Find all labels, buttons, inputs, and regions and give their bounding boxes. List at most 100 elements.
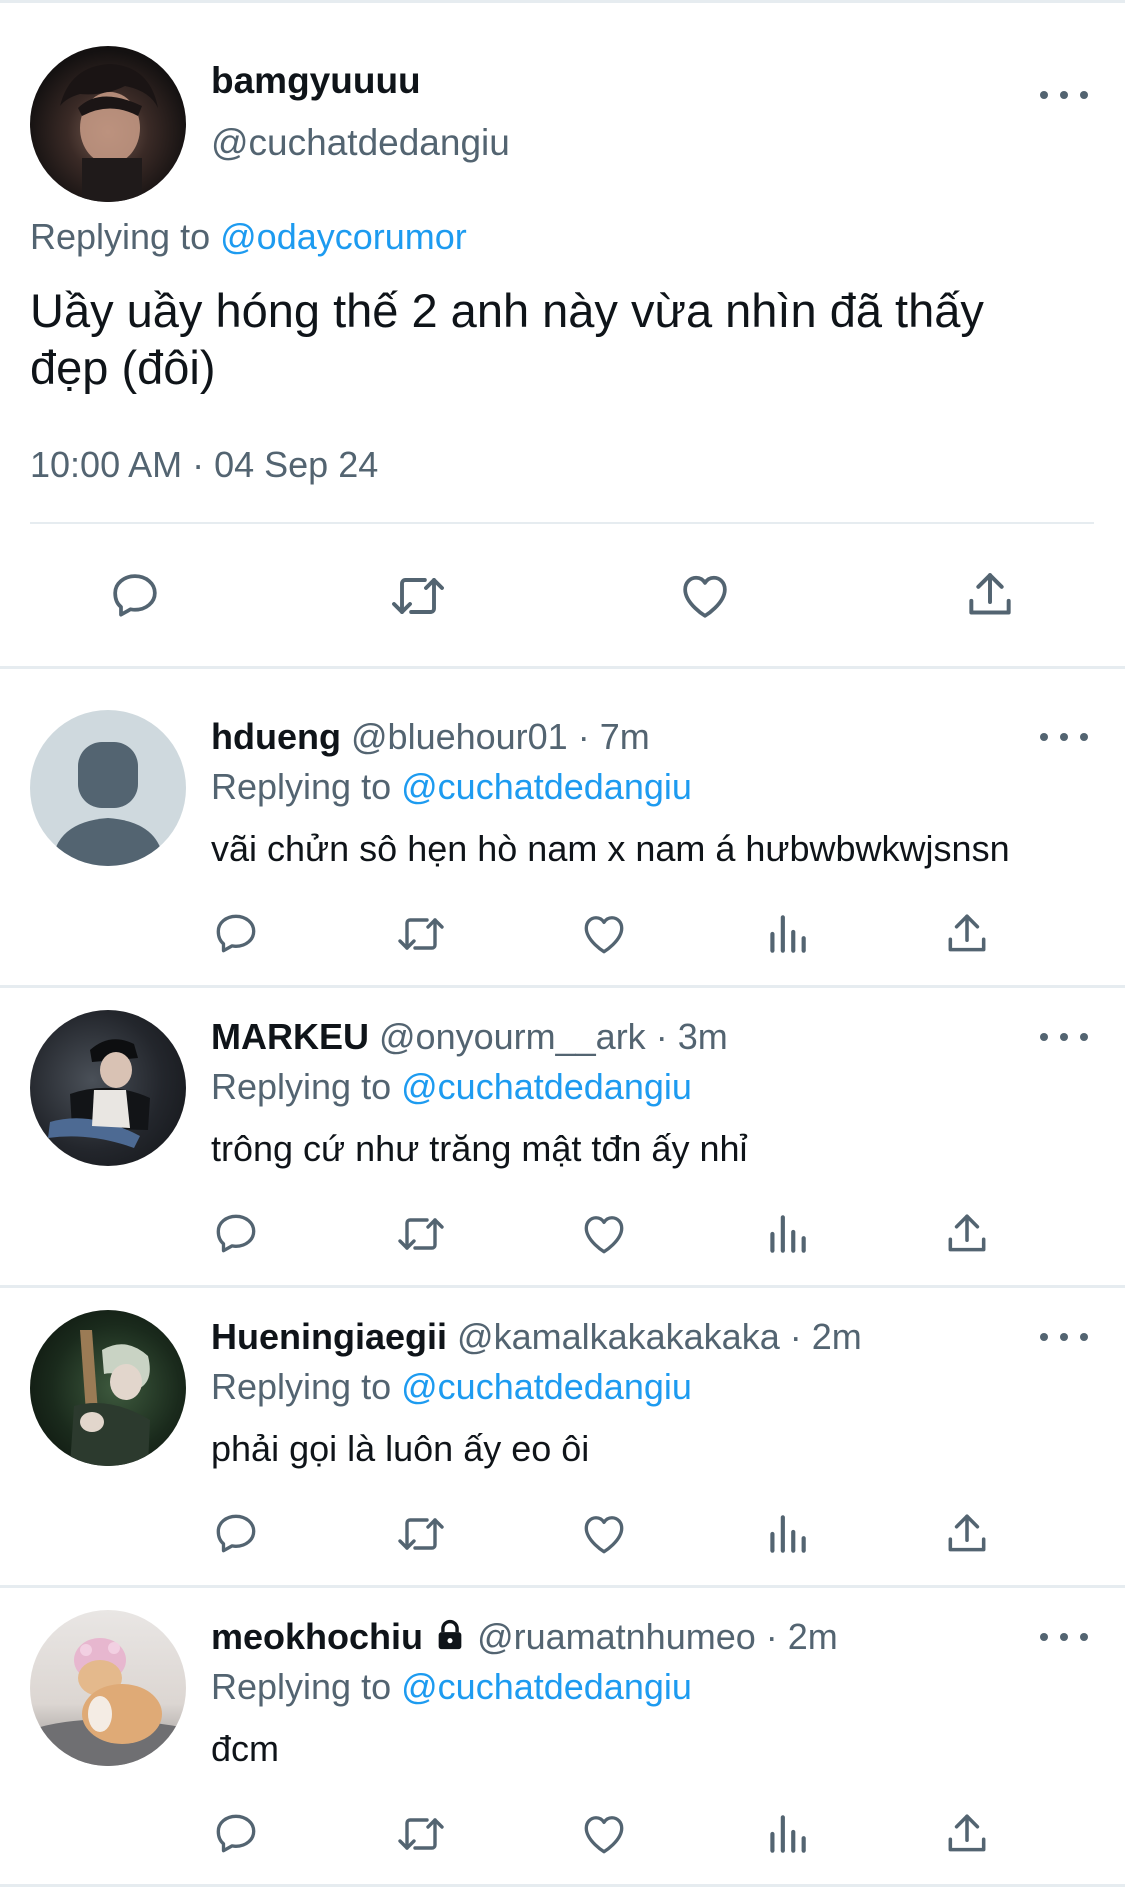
like-button[interactable]: [578, 1809, 630, 1859]
reply-button[interactable]: [107, 568, 163, 624]
handle[interactable]: @ruamatnhumeo: [477, 1616, 756, 1657]
avatar-photo: [60, 64, 158, 202]
share-button[interactable]: [942, 1209, 992, 1259]
share-upload-icon: [948, 1214, 986, 1252]
retweet-arrows-icon: [398, 918, 444, 950]
like-button[interactable]: [578, 909, 630, 959]
avatar-photo: [30, 1638, 186, 1766]
top-divider: [0, 0, 1125, 3]
share-button[interactable]: [942, 909, 992, 959]
replying-to-mention[interactable]: @cuchatdedangiu: [401, 1066, 692, 1107]
reply-button[interactable]: [211, 1209, 261, 1259]
avatar[interactable]: [30, 1310, 186, 1466]
more-options-button[interactable]: [1040, 83, 1088, 107]
reply-header: MARKEU @onyourm__ark · 3m: [211, 1016, 728, 1058]
display-name[interactable]: MARKEU: [211, 1016, 369, 1057]
retweet-button[interactable]: [393, 1809, 449, 1859]
lock-icon: [438, 1619, 462, 1650]
analytics-bars-icon: [770, 1215, 806, 1253]
replying-to-line: Replying to @cuchatdedangiu: [211, 1066, 692, 1108]
section-divider: [0, 985, 1125, 988]
reply-header: meokhochiu @ruamatnhumeo · 2m: [211, 1616, 838, 1658]
section-divider: [0, 1585, 1125, 1588]
tweet-divider: [30, 522, 1094, 524]
share-button[interactable]: [962, 566, 1018, 624]
heart-outline-icon: [584, 1816, 624, 1854]
comment-bubble-icon: [216, 914, 256, 953]
section-divider: [0, 666, 1125, 669]
share-upload-icon: [948, 1814, 986, 1852]
views-button[interactable]: [762, 1509, 812, 1559]
tweet-text-line-2: đẹp (đôi): [30, 341, 216, 394]
tweet-actions: [0, 1209, 1125, 1265]
avatar[interactable]: [30, 1610, 186, 1766]
retweet-button[interactable]: [386, 568, 450, 624]
retweet-arrows-icon: [398, 1818, 444, 1850]
avatar[interactable]: [30, 1010, 186, 1166]
reply-time: · 7m: [577, 716, 650, 757]
analytics-bars-icon: [770, 915, 806, 953]
handle[interactable]: @kamalkakakakaka: [457, 1316, 780, 1357]
avatar[interactable]: [30, 46, 186, 202]
comment-bubble-icon: [216, 1814, 256, 1853]
share-button[interactable]: [942, 1509, 992, 1559]
more-horizontal-icon: [1040, 1633, 1048, 1641]
reply-time: · 2m: [765, 1616, 838, 1657]
comment-bubble-icon: [216, 1214, 256, 1253]
retweet-button[interactable]: [393, 1509, 449, 1559]
display-name[interactable]: Hueningiaegii: [211, 1316, 447, 1357]
share-upload-icon: [948, 1514, 986, 1552]
reply-button[interactable]: [211, 1509, 261, 1559]
display-name[interactable]: bamgyuuuu: [211, 60, 421, 102]
heart-outline-icon: [584, 916, 624, 954]
share-upload-icon: [948, 914, 986, 952]
display-name[interactable]: hdueng: [211, 716, 341, 757]
views-button[interactable]: [762, 1809, 812, 1859]
reply-button[interactable]: [211, 909, 261, 959]
replying-to-mention[interactable]: @cuchatdedangiu: [401, 1666, 692, 1707]
handle[interactable]: @cuchatdedangiu: [211, 122, 510, 164]
retweet-arrows-icon: [392, 578, 444, 614]
analytics-bars-icon: [770, 1815, 806, 1853]
replying-to-mention[interactable]: @cuchatdedangiu: [401, 1366, 692, 1407]
retweet-arrows-icon: [398, 1218, 444, 1250]
handle[interactable]: @bluehour01: [351, 716, 568, 757]
retweet-button[interactable]: [393, 1209, 449, 1259]
avatar-photo: [48, 1039, 150, 1148]
tweet-text: Uầy uầy hóng thế 2 anh này vừa nhìn đã t…: [30, 282, 984, 396]
reply-header: hdueng @bluehour01 · 7m: [211, 716, 650, 758]
replying-to-line: Replying to @odaycorumor: [30, 216, 467, 258]
reply-text: trông cứ như trăng mật tđn ấy nhỉ: [211, 1128, 748, 1169]
views-button[interactable]: [762, 909, 812, 959]
more-horizontal-icon: [1040, 91, 1048, 99]
share-button[interactable]: [942, 1809, 992, 1859]
replying-to-mention[interactable]: @cuchatdedangiu: [401, 766, 692, 807]
more-options-button[interactable]: [1040, 1325, 1088, 1349]
replying-to-label: Replying to: [211, 766, 392, 807]
section-divider: [0, 1285, 1125, 1288]
reply-text: vãi chửn sô hẹn hò nam x nam á hưbwbwkwj…: [211, 828, 1010, 869]
retweet-button[interactable]: [393, 909, 449, 959]
more-horizontal-icon: [1040, 1333, 1048, 1341]
replying-to-line: Replying to @cuchatdedangiu: [211, 766, 692, 808]
tweet-actions: [0, 1809, 1125, 1865]
avatar[interactable]: [30, 710, 186, 866]
default-avatar-icon: [52, 742, 164, 866]
share-upload-icon: [969, 573, 1011, 615]
more-options-button[interactable]: [1040, 725, 1088, 749]
replying-to-label: Replying to: [211, 1066, 392, 1107]
replying-to-mention[interactable]: @odaycorumor: [220, 216, 467, 257]
more-options-button[interactable]: [1040, 1025, 1088, 1049]
reply-button[interactable]: [211, 1809, 261, 1859]
like-button[interactable]: [578, 1509, 630, 1559]
avatar-photo: [70, 1330, 150, 1466]
display-name[interactable]: meokhochiu: [211, 1616, 423, 1657]
handle[interactable]: @onyourm__ark: [379, 1016, 646, 1057]
views-button[interactable]: [762, 1209, 812, 1259]
more-options-button[interactable]: [1040, 1625, 1088, 1649]
like-button[interactable]: [578, 1209, 630, 1259]
more-horizontal-icon: [1040, 1033, 1048, 1041]
section-divider: [0, 1884, 1125, 1887]
like-button[interactable]: [676, 568, 734, 624]
analytics-bars-icon: [770, 1515, 806, 1553]
